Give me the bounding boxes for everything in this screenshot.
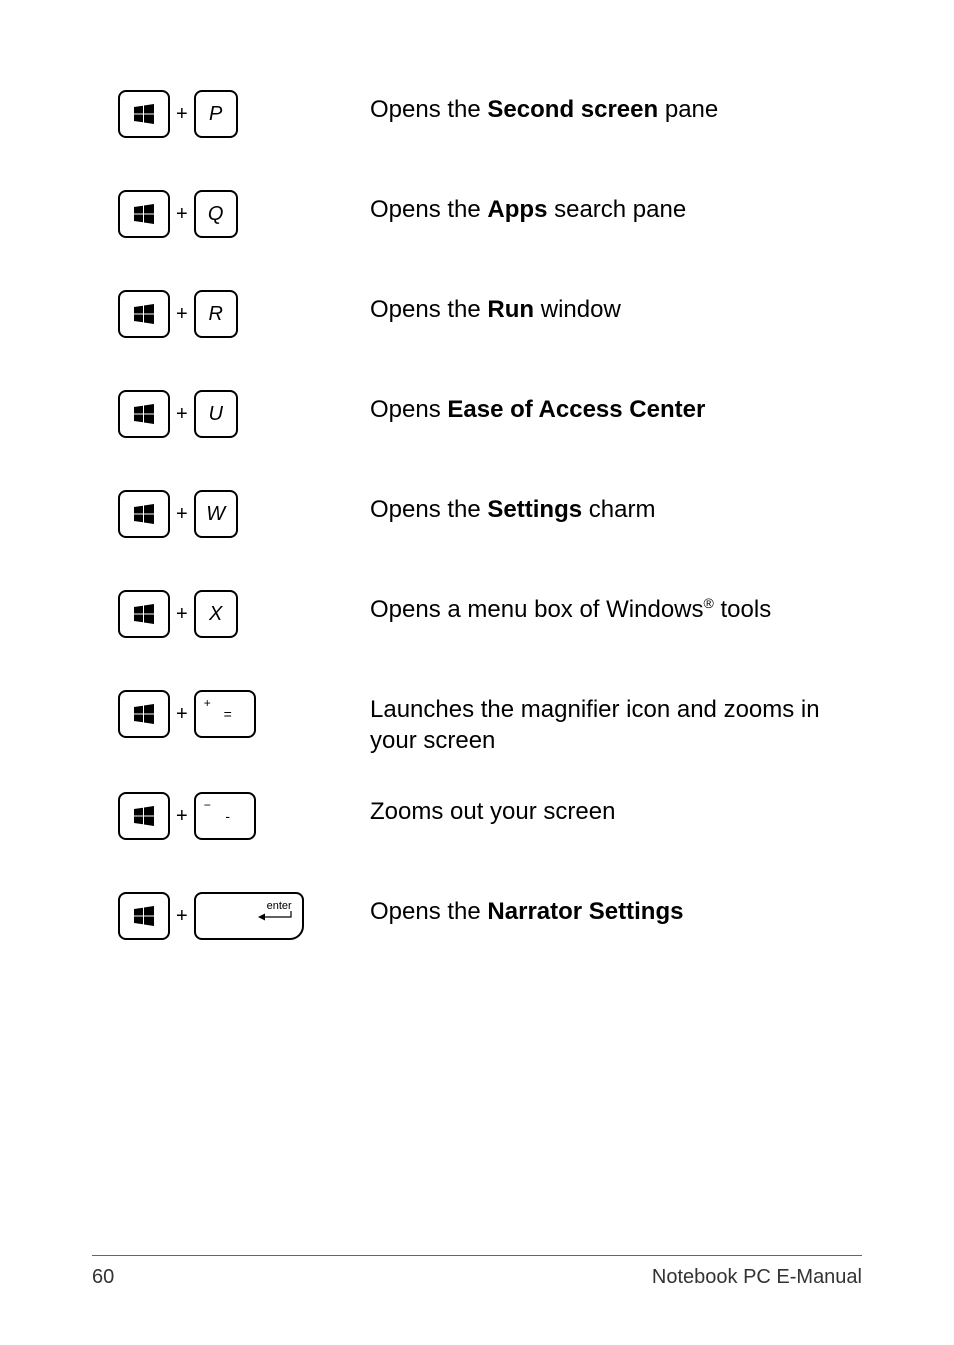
description-text: Opens a menu box of Windows <box>370 596 704 623</box>
description-bold: Run <box>487 296 534 323</box>
windows-logo-icon <box>134 806 154 826</box>
description-text: Launches the magnifier icon and zooms in… <box>370 696 820 754</box>
windows-key <box>118 190 170 238</box>
shortcut-description: Opens the Apps search pane <box>370 190 686 225</box>
plus-separator: + <box>176 503 188 526</box>
page-footer: 60 Notebook PC E-Manual <box>92 1255 862 1289</box>
shortcut-row: +QOpens the Apps search pane <box>118 190 862 238</box>
plus-equals-key: += <box>194 690 256 738</box>
shortcut-description: Opens a menu box of Windows® tools <box>370 590 771 625</box>
windows-logo-icon <box>134 906 154 926</box>
key-center-symbol: - <box>219 808 230 824</box>
enter-arrow <box>258 910 292 928</box>
windows-logo-icon <box>134 304 154 324</box>
description-text: charm <box>582 496 655 523</box>
windows-key <box>118 892 170 940</box>
windows-key <box>118 290 170 338</box>
windows-logo-icon <box>134 104 154 124</box>
windows-key <box>118 792 170 840</box>
letter-key: X <box>194 590 238 638</box>
description-text: Opens the <box>370 898 487 925</box>
description-bold: Second screen <box>487 96 658 123</box>
plus-separator: + <box>176 303 188 326</box>
key-top-symbol: − <box>204 798 211 812</box>
plus-separator: + <box>176 905 188 928</box>
description-text: Opens the <box>370 296 487 323</box>
description-bold: Narrator Settings <box>487 898 683 925</box>
windows-key <box>118 590 170 638</box>
plus-separator: + <box>176 703 188 726</box>
key-center-symbol: = <box>218 706 232 722</box>
plus-separator: + <box>176 805 188 828</box>
plus-separator: + <box>176 603 188 626</box>
windows-logo-icon <box>134 704 154 724</box>
description-text: pane <box>658 96 718 123</box>
windows-key <box>118 690 170 738</box>
registered-symbol: ® <box>704 595 714 611</box>
key-combo: +X <box>118 590 370 638</box>
shortcut-row: +XOpens a menu box of Windows® tools <box>118 590 862 638</box>
minus-key: −- <box>194 792 256 840</box>
shortcut-description: Opens the Run window <box>370 290 621 325</box>
shortcut-description: Zooms out your screen <box>370 792 615 827</box>
key-combo: + enter <box>118 892 370 940</box>
windows-key <box>118 390 170 438</box>
description-bold: Apps <box>487 196 547 223</box>
key-combo: + −- <box>118 792 370 840</box>
manual-title: Notebook PC E-Manual <box>652 1266 862 1289</box>
windows-key <box>118 90 170 138</box>
shortcut-description: Opens the Second screen pane <box>370 90 718 125</box>
windows-logo-icon <box>134 504 154 524</box>
shortcut-list: +POpens the Second screen pane +QOpens t… <box>0 0 954 940</box>
shortcut-description: Launches the magnifier icon and zooms in… <box>370 690 862 756</box>
plus-separator: + <box>176 103 188 126</box>
key-combo: +W <box>118 490 370 538</box>
description-bold: Ease of Access Center <box>447 396 705 423</box>
description-text: Zooms out your screen <box>370 798 615 825</box>
key-combo: ++= <box>118 690 370 738</box>
shortcut-description: Opens the Narrator Settings <box>370 892 683 927</box>
letter-key: W <box>194 490 238 538</box>
description-text: Opens the <box>370 496 487 523</box>
plus-separator: + <box>176 403 188 426</box>
windows-logo-icon <box>134 204 154 224</box>
windows-logo-icon <box>134 604 154 624</box>
shortcut-row: + −- Zooms out your screen <box>118 792 862 840</box>
shortcut-row: +UOpens Ease of Access Center <box>118 390 862 438</box>
description-text: Opens the <box>370 96 487 123</box>
key-combo: +R <box>118 290 370 338</box>
shortcut-row: +POpens the Second screen pane <box>118 90 862 138</box>
windows-key <box>118 490 170 538</box>
page-number: 60 <box>92 1266 114 1289</box>
enter-key: enter <box>194 892 304 940</box>
enter-arrow-icon <box>258 911 292 923</box>
shortcut-description: Opens the Settings charm <box>370 490 655 525</box>
letter-key: Q <box>194 190 238 238</box>
description-text: Opens <box>370 396 447 423</box>
description-bold: Settings <box>487 496 582 523</box>
plus-separator: + <box>176 203 188 226</box>
key-top-symbol: + <box>204 696 211 710</box>
description-text: Opens the <box>370 196 487 223</box>
key-combo: +U <box>118 390 370 438</box>
shortcut-description: Opens Ease of Access Center <box>370 390 705 425</box>
description-text: window <box>534 296 621 323</box>
shortcut-row: ++=Launches the magnifier icon and zooms… <box>118 690 862 756</box>
key-combo: +Q <box>118 190 370 238</box>
key-combo: +P <box>118 90 370 138</box>
letter-key: U <box>194 390 238 438</box>
shortcut-row: +ROpens the Run window <box>118 290 862 338</box>
shortcut-row: +WOpens the Settings charm <box>118 490 862 538</box>
description-text: tools <box>714 596 771 623</box>
description-text: search pane <box>547 196 686 223</box>
letter-key: P <box>194 90 238 138</box>
shortcut-row: + enter Opens the Narrator Settings <box>118 892 862 940</box>
windows-logo-icon <box>134 404 154 424</box>
letter-key: R <box>194 290 238 338</box>
